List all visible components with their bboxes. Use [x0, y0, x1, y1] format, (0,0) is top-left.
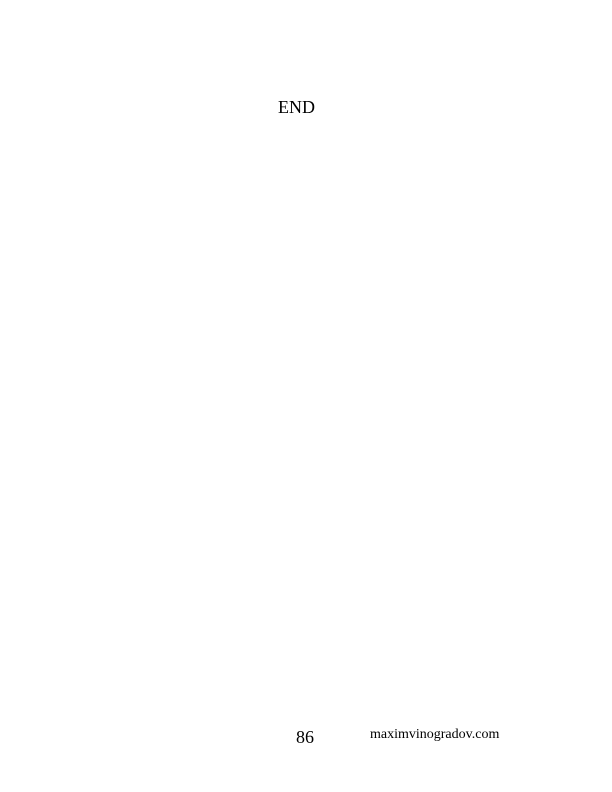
page-number: 86 — [296, 727, 314, 747]
footer-website: maximvinogradov.com — [370, 727, 500, 742]
document-page: { "body": { "end_text": "END" }, "footer… — [0, 0, 612, 792]
end-heading: END — [278, 97, 315, 117]
